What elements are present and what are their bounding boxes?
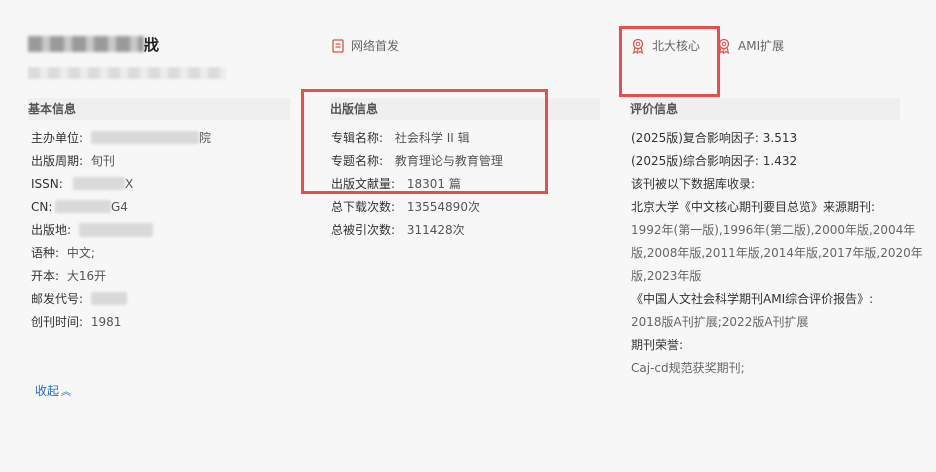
- tag-ami-label: AMI扩展: [738, 39, 785, 53]
- basic-value: 1981: [90, 315, 122, 329]
- redacted-value: [91, 292, 127, 305]
- eval-line: 期刊荣誉:: [631, 338, 684, 352]
- basic-value: X: [125, 177, 134, 191]
- basic-row-frequency: 出版周期: 旬刊: [31, 153, 115, 169]
- publish-label: 总被引次数:: [331, 223, 396, 237]
- basic-row-founded: 创刊时间: 1981: [31, 314, 121, 330]
- highlight-box-publish-info: [301, 89, 548, 194]
- basic-row-cn: CN: G4: [31, 199, 128, 215]
- eval-line: 版,2008年版,2011年版,2014年版,2017年版,2020年: [631, 246, 923, 260]
- basic-value: 中文;: [66, 246, 95, 260]
- eval-line: (2025版)复合影响因子: 3.513: [631, 131, 798, 145]
- basic-value: 旬刊: [90, 154, 115, 168]
- basic-label: 创刊时间:: [31, 315, 84, 329]
- basic-label: 邮发代号:: [31, 292, 84, 306]
- highlight-box-pku-core: [619, 26, 720, 97]
- section-basic-heading: 基本信息: [28, 98, 290, 120]
- journal-title-tail: 戕: [144, 36, 160, 54]
- eval-line: 版,2023年版: [631, 269, 702, 283]
- journal-subtitle-redacted: [28, 67, 226, 79]
- redacted-value: [91, 131, 199, 144]
- basic-label: 主办单位:: [31, 131, 84, 145]
- basic-row-sponsor: 主办单位: 院: [31, 130, 211, 146]
- document-icon: [331, 38, 345, 53]
- tag-ami[interactable]: AMI扩展: [716, 37, 784, 54]
- basic-row-format: 开本: 大16开: [31, 268, 106, 284]
- tag-network-first-label: 网络首发: [351, 39, 400, 53]
- basic-value: 院: [199, 131, 212, 145]
- eval-line: 北京大学《中文核心期刊要目总览》来源期刊:: [631, 200, 876, 214]
- basic-value: G4: [111, 200, 128, 214]
- chevron-up-double-icon: ︽: [61, 387, 72, 398]
- eval-line: 1992年(第一版),1996年(第二版),2000年版,2004年: [631, 223, 916, 237]
- redacted-value: [79, 223, 153, 237]
- eval-line: Caj-cd规范获奖期刊;: [631, 361, 745, 375]
- redacted-value: [55, 200, 111, 213]
- publish-label: 总下载次数:: [331, 200, 396, 214]
- eval-line: 《中国人文社会科学期刊AMI综合评价报告》:: [631, 292, 874, 306]
- basic-value: 大16开: [66, 269, 107, 283]
- basic-label: ISSN:: [31, 177, 63, 191]
- basic-label: 开本:: [31, 269, 60, 283]
- basic-label: 语种:: [31, 246, 60, 260]
- basic-label: 出版地:: [31, 223, 72, 237]
- basic-row-issn: ISSN: X: [31, 176, 133, 192]
- collapse-link[interactable]: 收起 ︽: [35, 382, 71, 399]
- eval-line: 该刊被以下数据库收录:: [631, 177, 756, 191]
- basic-row-place: 出版地:: [31, 222, 153, 238]
- basic-row-postal-code: 邮发代号:: [31, 291, 127, 307]
- eval-line: 2018版A刊扩展;2022版A刊扩展: [631, 315, 809, 329]
- tag-network-first[interactable]: 网络首发: [331, 37, 399, 54]
- basic-row-language: 语种: 中文;: [31, 245, 95, 261]
- section-evaluation-heading: 评价信息: [630, 98, 900, 120]
- redacted-value: [73, 177, 125, 190]
- eval-line: (2025版)综合影响因子: 1.432: [631, 154, 798, 168]
- journal-title-redacted: [28, 36, 144, 52]
- publish-row-citations: 总被引次数: 311428次: [331, 222, 465, 238]
- basic-label: CN:: [31, 200, 53, 214]
- basic-label: 出版周期:: [31, 154, 84, 168]
- publish-value: 13554890次: [406, 200, 480, 214]
- publish-value: 311428次: [406, 223, 465, 237]
- collapse-label: 收起: [35, 384, 60, 398]
- publish-row-downloads: 总下载次数: 13554890次: [331, 199, 480, 215]
